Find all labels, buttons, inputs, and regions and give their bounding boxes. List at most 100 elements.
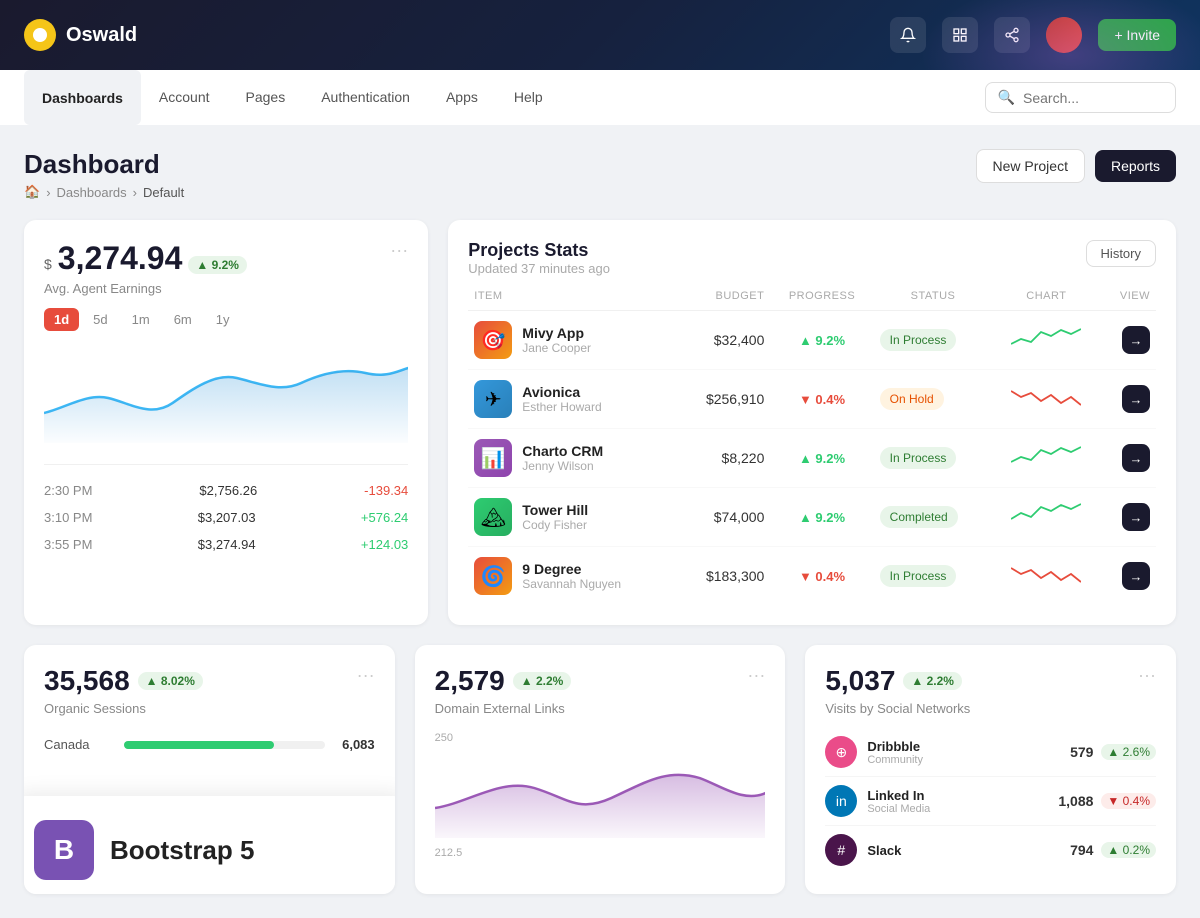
slack-count: 794 [1070,842,1093,858]
view-button-4[interactable]: → [1122,503,1150,531]
earnings-header: $ 3,274.94 ▲ 9.2% Avg. Agent Earnings ··… [44,240,408,296]
period-tab-1m[interactable]: 1m [122,308,160,331]
domain-amount-row: 2,579 ▲ 2.2% [435,665,572,697]
status-cell-5: In Process [874,547,993,606]
social-row-linkedin: in Linked In Social Media 1,088 ▼ 0.4% [825,777,1156,826]
project-avatar-4: 🏔 [474,498,512,536]
slack-stats: 794 ▲ 0.2% [1070,842,1156,858]
period-tab-5d[interactable]: 5d [83,308,117,331]
social-label: Visits by Social Networks [825,701,970,716]
sparkline-cell-3 [992,429,1100,488]
social-row-slack: # Slack 794 ▲ 0.2% [825,826,1156,874]
earnings-menu-icon[interactable]: ··· [390,240,408,261]
canada-row: Canada 6,083 [44,732,375,757]
dribbble-stats: 579 ▲ 2.6% [1070,744,1156,760]
progress-2: ▼ 0.4% [770,370,873,429]
view-button-5[interactable]: → [1122,562,1150,590]
status-cell-1: In Process [874,311,993,370]
earnings-rows: 2:30 PM $2,756.26 -139.34 3:10 PM $3,207… [44,464,408,558]
tab-apps[interactable]: Apps [428,70,496,125]
search-input[interactable] [1023,90,1163,106]
map-label-canada: Canada [44,737,114,752]
page-title-area: Dashboard 🏠 › Dashboards › Default [24,149,184,200]
breadcrumb-sep2: › [133,185,137,200]
new-project-button[interactable]: New Project [976,149,1085,183]
budget-5: $183,300 [678,547,771,606]
bootstrap-overlay: B Bootstrap 5 [24,796,395,894]
sparkline-cell-2 [992,370,1100,429]
view-button-2[interactable]: → [1122,385,1150,413]
logo-area: Oswald [24,19,137,51]
projects-title: Projects Stats [468,240,610,261]
period-tab-1d[interactable]: 1d [44,308,79,331]
sparkline-3 [1011,442,1081,470]
project-item-cell-2: ✈ Avionica Esther Howard [468,370,677,429]
period-tab-6m[interactable]: 6m [164,308,202,331]
view-button-3[interactable]: → [1122,444,1150,472]
period-tabs: 1d 5d 1m 6m 1y [44,308,408,331]
slack-info: Slack [867,843,1070,858]
breadcrumb: 🏠 › Dashboards › Default [24,184,184,200]
organic-badge: ▲ 8.02% [138,672,203,690]
reports-button[interactable]: Reports [1095,150,1176,182]
view-cell-2: → [1100,370,1156,429]
social-menu-icon[interactable]: ··· [1138,665,1156,686]
dribbble-info: Dribbble Community [867,739,1070,766]
row2-change: +576.24 [361,510,408,525]
currency-symbol: $ [44,256,52,272]
user-avatar[interactable] [1046,17,1082,53]
project-owner-3: Jenny Wilson [522,459,603,473]
project-text-2: Avionica Esther Howard [522,384,601,414]
row3-amount: $3,274.94 [198,537,256,552]
nav-icon-grid[interactable] [942,17,978,53]
project-item-cell-5: 🌀 9 Degree Savannah Nguyen [468,547,677,606]
chart-label-2125: 212.5 [435,847,766,859]
invite-button[interactable]: + Invite [1098,19,1176,51]
period-tab-1y[interactable]: 1y [206,308,240,331]
sparkline-cell-1 [992,311,1100,370]
domain-value: 2,579 [435,665,505,697]
organic-value: 35,568 [44,665,130,697]
main-cards-row: $ 3,274.94 ▲ 9.2% Avg. Agent Earnings ··… [24,220,1176,625]
status-cell-2: On Hold [874,370,993,429]
organic-menu-icon[interactable]: ··· [357,665,375,686]
header-actions: New Project Reports [976,149,1177,183]
nav-tabs: Dashboards Account Pages Authentication … [24,70,561,125]
logo-icon [24,19,56,51]
table-row: 🌀 9 Degree Savannah Nguyen $183,300 ▼ 0.… [468,547,1156,606]
tab-account[interactable]: Account [141,70,228,125]
earnings-row-2: 3:10 PM $3,207.03 +576.24 [44,504,408,531]
tab-authentication[interactable]: Authentication [303,70,428,125]
social-value: 5,037 [825,665,895,697]
linkedin-type: Social Media [867,803,1058,815]
linkedin-count: 1,088 [1058,793,1093,809]
project-info-4: 🏔 Tower Hill Cody Fisher [474,498,671,536]
progress-3: ▲ 9.2% [770,429,873,488]
nav-icon-share[interactable] [994,17,1030,53]
logo-inner [33,28,47,42]
tab-dashboards[interactable]: Dashboards [24,70,141,125]
view-button-1[interactable]: → [1122,326,1150,354]
domain-menu-icon[interactable]: ··· [747,665,765,686]
tab-pages[interactable]: Pages [228,70,304,125]
nav-icon-notifications[interactable] [890,17,926,53]
history-button[interactable]: History [1086,240,1156,267]
bootstrap-logo-letter: B [54,834,74,866]
progress-badge-5: ▼ 0.4% [799,569,845,584]
project-text-1: Mivy App Jane Cooper [522,325,591,355]
app-name: Oswald [66,24,137,47]
domain-links-card: 2,579 ▲ 2.2% Domain External Links ··· 2… [415,645,786,894]
search-area[interactable]: 🔍 [985,82,1176,113]
slack-icon: # [825,834,857,866]
project-owner-1: Jane Cooper [522,341,591,355]
sparkline-2 [1011,383,1081,411]
tab-help[interactable]: Help [496,70,561,125]
col-item: ITEM [468,282,677,311]
earnings-card: $ 3,274.94 ▲ 9.2% Avg. Agent Earnings ··… [24,220,428,625]
organic-label: Organic Sessions [44,701,203,716]
earnings-chart [44,343,408,448]
linkedin-name: Linked In [867,788,1058,803]
row1-time: 2:30 PM [44,483,92,498]
secondary-nav: Dashboards Account Pages Authentication … [0,70,1200,125]
projects-subtitle: Updated 37 minutes ago [468,261,610,276]
